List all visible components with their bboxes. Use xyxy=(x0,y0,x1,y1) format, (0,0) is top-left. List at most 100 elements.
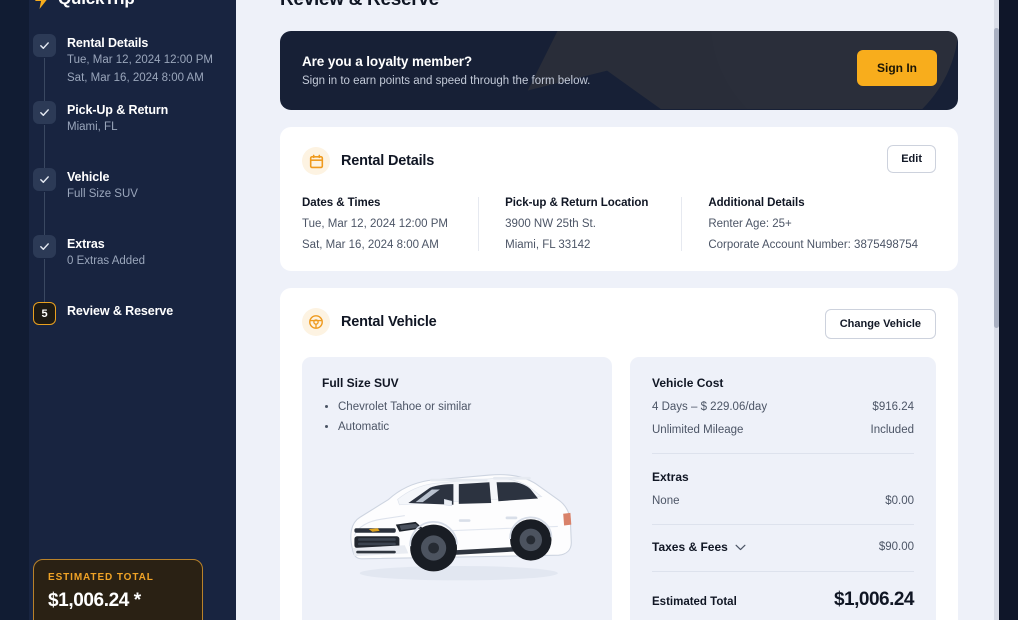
sign-in-button[interactable]: Sign In xyxy=(857,50,937,86)
steering-wheel-icon xyxy=(302,308,330,336)
brand-logo[interactable]: QuickTrip xyxy=(33,0,135,12)
check-icon xyxy=(40,109,49,116)
extras-heading: Extras xyxy=(652,470,689,484)
cost-row-amount: $0.00 xyxy=(885,495,914,507)
step-body: Extras 0 Extras Added xyxy=(67,235,145,270)
sidebar-left-edge xyxy=(0,0,29,620)
step-progress-list: Rental Details Tue, Mar 12, 2024 12:00 P… xyxy=(33,34,223,326)
column-line: Sat, Mar 16, 2024 8:00 AM xyxy=(302,239,439,251)
sidebar-step-pickup-return[interactable]: Pick-Up & Return Miami, FL xyxy=(33,101,223,186)
sidebar: QuickTrip Rental Details Tue, Mar 12, 20… xyxy=(0,0,236,620)
edit-rental-details-button[interactable]: Edit xyxy=(887,145,936,173)
taxes-fees-row[interactable]: Taxes & Fees $90.00 xyxy=(652,540,914,554)
step-body: Rental Details Tue, Mar 12, 2024 12:00 P… xyxy=(67,34,213,86)
vehicle-cost-heading: Vehicle Cost xyxy=(652,376,724,390)
taxes-fees-amount: $90.00 xyxy=(878,541,914,553)
taxes-fees-toggle[interactable]: Taxes & Fees xyxy=(652,540,746,554)
cost-row-label: 4 Days – $ 229.06/day xyxy=(652,401,768,413)
estimated-total-label: Estimated Total xyxy=(652,596,737,608)
detail-column-dates-times: Dates & Times Tue, Mar 12, 2024 12:00 PM… xyxy=(302,197,480,251)
page-title: Review & Reserve xyxy=(280,0,958,11)
estimated-total-row: Estimated Total $1,006.24 xyxy=(652,589,915,611)
divider xyxy=(652,453,914,454)
sidebar-step-rental-details[interactable]: Rental Details Tue, Mar 12, 2024 12:00 P… xyxy=(33,34,223,119)
rental-details-header: Rental Details xyxy=(302,147,936,175)
sidebar-step-vehicle[interactable]: Vehicle Full Size SUV xyxy=(33,168,223,253)
step-badge-current: 5 xyxy=(33,302,56,325)
step-subtitle-1: Miami, FL xyxy=(67,121,118,133)
step-badge-complete xyxy=(33,101,56,124)
step-title: Pick-Up & Return xyxy=(67,103,169,117)
lightning-bolt-icon xyxy=(35,0,47,9)
loyalty-subtitle: Sign in to earn points and speed through… xyxy=(302,75,591,87)
divider xyxy=(652,571,914,572)
taxes-fees-label: Taxes & Fees xyxy=(652,540,728,554)
vehicle-image xyxy=(350,474,572,581)
step-badge-complete xyxy=(33,34,56,57)
brand-name: QuickTrip xyxy=(58,0,135,9)
cost-row: None $0.00 xyxy=(652,495,914,507)
estimated-total-label: ESTIMATED TOTAL xyxy=(48,572,154,583)
step-subtitle-1: Tue, Mar 12, 2024 12:00 PM xyxy=(67,54,213,66)
step-body: Review & Reserve xyxy=(67,302,173,319)
window-right-edge xyxy=(999,0,1018,620)
check-icon xyxy=(40,42,49,49)
step-subtitle-2: Sat, Mar 16, 2024 8:00 AM xyxy=(67,71,204,84)
main-content-area: Review & Reserve Are you a loyalty membe… xyxy=(236,0,1018,620)
vehicle-feature-list: Chevrolet Tahoe or similar Automatic xyxy=(338,400,592,435)
divider xyxy=(652,524,914,525)
vehicle-grid: Full Size SUV Chevrolet Tahoe or similar… xyxy=(302,357,936,620)
column-heading: Pick-up & Return Location xyxy=(505,197,649,209)
column-line: 3900 NW 25th St. xyxy=(505,218,596,230)
loyalty-text-block: Are you a loyalty member? Sign in to ear… xyxy=(280,54,590,87)
sidebar-estimated-total-card: ESTIMATED TOTAL $1,006.24 * *Including t… xyxy=(33,559,203,620)
change-vehicle-button[interactable]: Change Vehicle xyxy=(824,309,936,339)
rental-details-card: Rental Details Edit Dates & Times Tue, M… xyxy=(280,127,958,271)
calendar-icon xyxy=(302,147,330,175)
estimated-total-value: $1,006.24 * xyxy=(48,590,141,611)
cost-row-amount: Included xyxy=(870,424,914,436)
rental-vehicle-card: Rental Vehicle Change Vehicle Full Size … xyxy=(280,288,958,620)
app-root: QuickTrip Rental Details Tue, Mar 12, 20… xyxy=(0,0,1018,620)
step-title: Rental Details xyxy=(67,36,149,50)
step-title: Extras xyxy=(67,237,105,251)
column-line: Renter Age: 25+ xyxy=(708,218,792,230)
column-line: Corporate Account Number: 3875498754 xyxy=(708,239,919,251)
rental-vehicle-title: Rental Vehicle xyxy=(341,314,437,330)
detail-column-location: Pick-up & Return Location 3900 NW 25th S… xyxy=(479,197,683,251)
step-subtitle-1: 0 Extras Added xyxy=(67,255,145,267)
vehicle-cost-panel: Vehicle Cost 4 Days – $ 229.06/day $916.… xyxy=(630,357,936,620)
column-heading: Dates & Times xyxy=(302,197,381,209)
list-item: Automatic xyxy=(338,420,592,435)
rental-details-title: Rental Details xyxy=(341,153,435,169)
step-title: Review & Reserve xyxy=(67,304,174,318)
loyalty-banner: Are you a loyalty member? Sign in to ear… xyxy=(280,31,958,110)
main-scroll-content: Review & Reserve Are you a loyalty membe… xyxy=(236,0,998,620)
cost-row: Unlimited Mileage Included xyxy=(652,424,914,436)
list-item: Chevrolet Tahoe or similar xyxy=(338,400,592,415)
step-badge-complete xyxy=(33,168,56,191)
column-line: Miami, FL 33142 xyxy=(505,239,591,251)
sidebar-step-review-reserve[interactable]: 5 Review & Reserve xyxy=(33,302,223,326)
step-subtitle-1: Full Size SUV xyxy=(67,188,138,200)
cost-row-amount: $916.24 xyxy=(872,401,914,413)
step-title: Vehicle xyxy=(67,170,110,184)
column-heading: Additional Details xyxy=(708,197,805,209)
estimated-total-amount: $1,006.24 xyxy=(833,589,915,610)
cost-row: 4 Days – $ 229.06/day $916.24 xyxy=(652,401,914,413)
step-badge-complete xyxy=(33,235,56,258)
check-icon xyxy=(40,176,49,183)
cost-row-label: Unlimited Mileage xyxy=(652,424,744,436)
detail-column-additional: Additional Details Renter Age: 25+ Corpo… xyxy=(682,197,936,251)
chevron-down-icon xyxy=(735,544,746,550)
check-icon xyxy=(40,243,49,250)
vehicle-class-name: Full Size SUV xyxy=(322,376,399,390)
cost-row-label: None xyxy=(652,495,680,507)
column-line: Tue, Mar 12, 2024 12:00 PM xyxy=(302,218,448,230)
vehicle-summary-panel: Full Size SUV Chevrolet Tahoe or similar… xyxy=(302,357,612,620)
loyalty-title: Are you a loyalty member? xyxy=(302,54,473,69)
sidebar-step-extras[interactable]: Extras 0 Extras Added xyxy=(33,235,223,320)
step-body: Vehicle Full Size SUV xyxy=(67,168,138,203)
rental-details-columns: Dates & Times Tue, Mar 12, 2024 12:00 PM… xyxy=(302,197,936,251)
step-body: Pick-Up & Return Miami, FL xyxy=(67,101,168,136)
